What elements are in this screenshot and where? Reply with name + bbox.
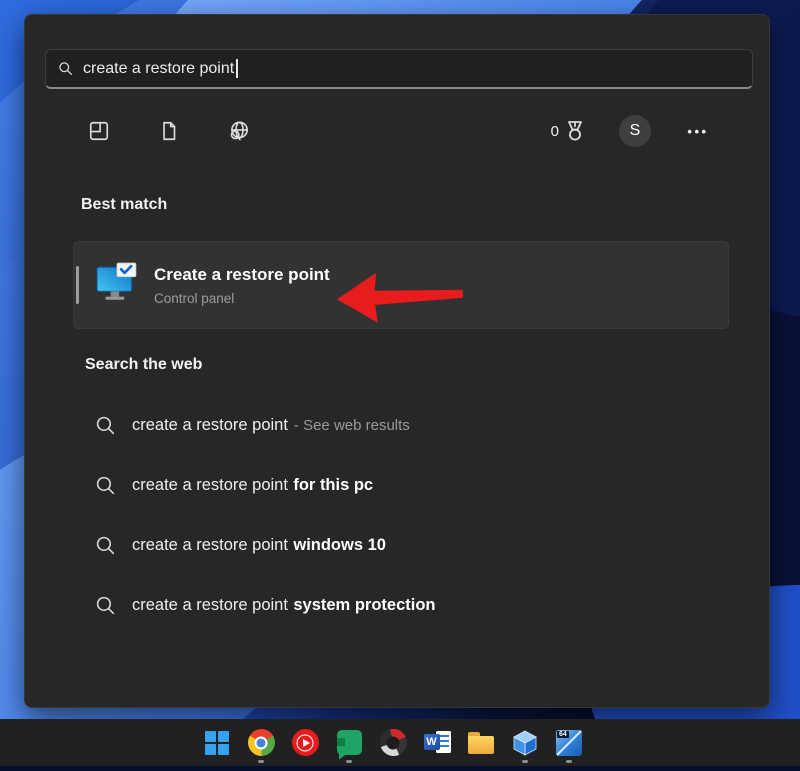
taskbar-item-aida64[interactable]: 64 <box>547 721 591 765</box>
filter-documents-button[interactable] <box>149 111 189 151</box>
search-query-text: create a restore point <box>83 60 234 78</box>
taskbar-icon-strip: W 64 <box>195 721 591 765</box>
google-chat-icon <box>337 730 362 755</box>
search-the-web-header: Search the web <box>85 356 202 374</box>
suggestion-text: create a restore pointfor this pc <box>132 476 373 495</box>
ellipsis-icon: ••• <box>687 124 708 139</box>
web-suggestion-row[interactable]: create a restore pointsystem protection <box>85 583 749 627</box>
running-indicator <box>566 760 572 763</box>
taskbar: W 64 <box>0 719 800 766</box>
web-suggestion-row[interactable]: create a restore pointfor this pc <box>85 463 749 507</box>
suggestion-text: create a restore pointwindows 10 <box>132 536 386 555</box>
suggestion-text: create a restore pointsystem protection <box>132 596 435 615</box>
suggestion-text: create a restore point- See web results <box>132 416 410 435</box>
best-match-header: Best match <box>81 196 167 214</box>
search-icon <box>95 535 116 556</box>
more-options-button[interactable]: ••• <box>681 124 715 139</box>
search-icon <box>95 475 116 496</box>
documents-filter-icon <box>158 120 180 142</box>
taskbar-item-dark-ring-app[interactable] <box>371 721 415 765</box>
rewards-count: 0 <box>551 123 559 140</box>
taskbar-item-word[interactable]: W <box>415 721 459 765</box>
dark-ring-app-icon <box>380 729 407 756</box>
running-indicator <box>522 760 528 763</box>
search-filter-bar: 0 S ••• <box>79 111 715 151</box>
web-suggestion-row[interactable]: create a restore pointwindows 10 <box>85 523 749 567</box>
filter-web-button[interactable] <box>219 111 259 151</box>
running-indicator <box>258 760 264 763</box>
search-header-right-cluster: 0 S ••• <box>551 115 715 147</box>
chrome-icon <box>248 729 275 756</box>
search-icon <box>95 595 116 616</box>
system-restore-monitor-icon <box>96 262 138 309</box>
file-explorer-icon <box>468 732 494 754</box>
best-match-subtitle: Control panel <box>154 291 330 306</box>
youtube-music-icon <box>292 729 319 756</box>
virtualbox-icon <box>512 730 538 756</box>
aida64-icon: 64 <box>556 730 582 756</box>
web-suggestion-row[interactable]: create a restore point- See web results <box>85 403 749 447</box>
running-indicator <box>346 760 352 763</box>
search-input[interactable]: create a restore point <box>45 49 753 89</box>
rewards-button[interactable]: 0 <box>551 118 587 144</box>
web-search-filter-icon <box>227 119 251 143</box>
rewards-medal-icon <box>563 118 587 144</box>
word-icon: W <box>424 729 451 756</box>
taskbar-item-virtualbox[interactable] <box>503 721 547 765</box>
start-button[interactable] <box>195 721 239 765</box>
taskbar-item-google-chat[interactable] <box>327 721 371 765</box>
user-avatar[interactable]: S <box>619 115 651 147</box>
windows-logo-icon <box>205 731 229 755</box>
avatar-initial: S <box>630 122 641 140</box>
search-icon <box>95 415 116 436</box>
apps-filter-icon <box>88 120 110 142</box>
best-match-title: Create a restore point <box>154 264 330 285</box>
best-match-result[interactable]: Create a restore point Control panel <box>73 241 729 329</box>
taskbar-item-youtube-music[interactable] <box>283 721 327 765</box>
search-icon <box>58 61 73 76</box>
taskbar-item-file-explorer[interactable] <box>459 721 503 765</box>
selection-indicator <box>76 266 79 304</box>
filter-apps-button[interactable] <box>79 111 119 151</box>
taskbar-item-chrome[interactable] <box>239 721 283 765</box>
text-caret <box>236 59 238 78</box>
search-flyout-panel: create a restore point <box>24 14 770 708</box>
